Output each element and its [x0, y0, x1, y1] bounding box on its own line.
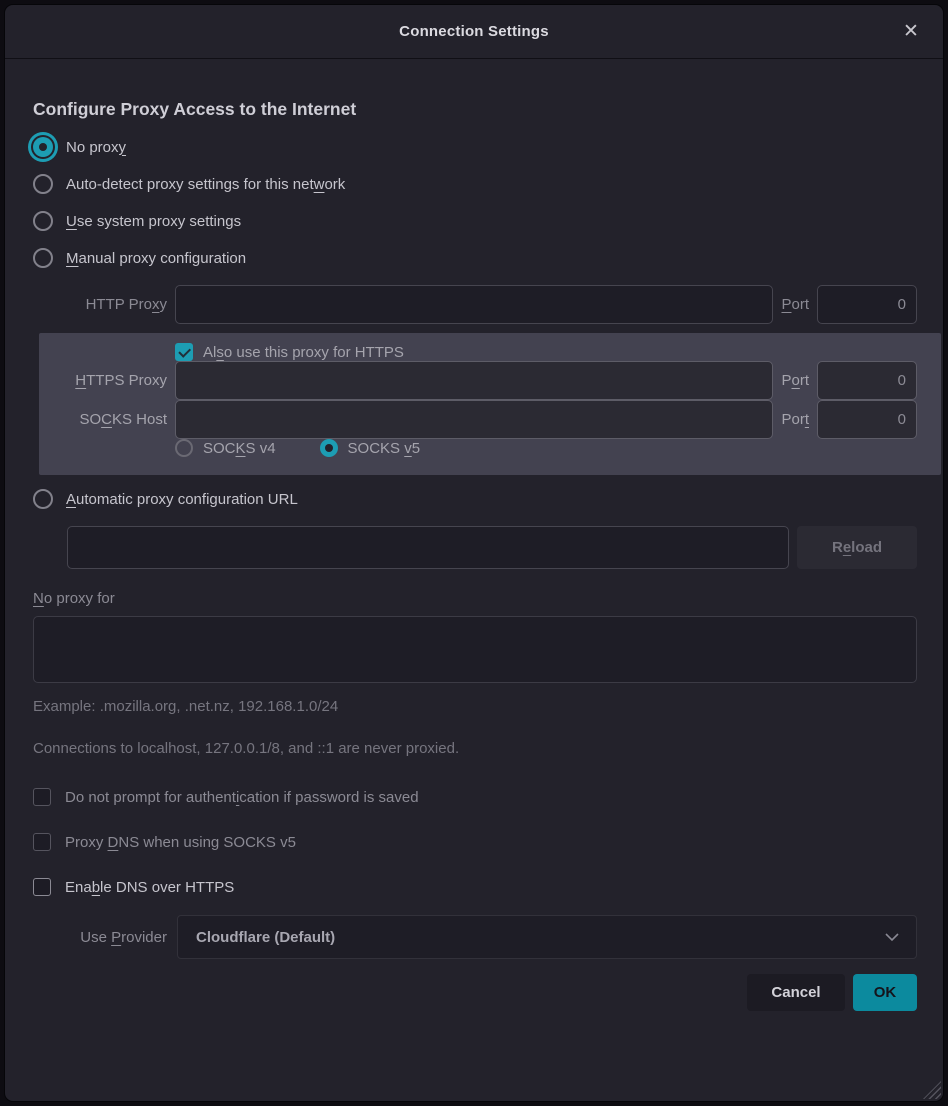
radio-auto-detect[interactable] [33, 174, 53, 194]
no-proxy-for-label: No proxy for [33, 590, 917, 607]
radio-socks-v5-label: SOCKS v5 [348, 440, 421, 457]
checkbox-proxy-dns[interactable] [33, 833, 51, 851]
socks-version-row: SOCKS v4 SOCKS v5 [39, 439, 917, 457]
checkbox-row-no-prompt: Do not prompt for authentication if pass… [33, 788, 917, 806]
provider-row: Use Provider Cloudflare (Default) [33, 915, 917, 959]
radio-socks-v4[interactable] [175, 439, 193, 457]
manual-proxy-highlight-section: Also use this proxy for HTTPS HTTPS Prox… [39, 333, 941, 475]
radio-no-proxy[interactable] [33, 137, 53, 157]
no-proxy-for-textarea[interactable] [33, 616, 917, 683]
chevron-down-icon [884, 932, 900, 942]
http-port-label: Port [781, 296, 809, 313]
titlebar: Connection Settings ✕ [5, 5, 943, 59]
radio-manual-proxy-label: Manual proxy configuration [66, 250, 246, 267]
https-proxy-row: HTTPS Proxy Port [39, 361, 917, 400]
http-proxy-input[interactable] [175, 285, 773, 324]
checkbox-no-prompt-auth-label: Do not prompt for authentication if pass… [65, 789, 419, 806]
provider-select[interactable]: Cloudflare (Default) [177, 915, 917, 959]
https-proxy-label: HTTPS Proxy [39, 372, 167, 389]
checkbox-enable-doh[interactable] [33, 878, 51, 896]
checkbox-enable-doh-label: Enable DNS over HTTPS [65, 879, 234, 896]
https-checkbox-row: Also use this proxy for HTTPS [39, 343, 917, 361]
dialog-title: Connection Settings [399, 23, 549, 40]
checkbox-no-prompt-auth[interactable] [33, 788, 51, 806]
checkbox-row-proxy-dns: Proxy DNS when using SOCKS v5 [33, 833, 917, 851]
ok-button[interactable]: OK [853, 974, 917, 1011]
radio-row-auto-url: Automatic proxy configuration URL [33, 489, 917, 509]
http-proxy-row: HTTP Proxy Port [33, 285, 917, 324]
checkbox-row-doh: Enable DNS over HTTPS [33, 878, 917, 896]
resize-grip[interactable] [923, 1081, 941, 1099]
radio-row-manual-proxy: Manual proxy configuration [33, 248, 917, 268]
no-proxy-note-text: Connections to localhost, 127.0.0.1/8, a… [33, 738, 917, 759]
use-provider-label: Use Provider [33, 929, 167, 946]
radio-auto-url[interactable] [33, 489, 53, 509]
radio-row-auto-detect: Auto-detect proxy settings for this netw… [33, 174, 917, 194]
socks-port-label: Port [781, 411, 809, 428]
radio-manual-proxy[interactable] [33, 248, 53, 268]
radio-system-proxy[interactable] [33, 211, 53, 231]
http-port-input[interactable] [817, 285, 917, 324]
http-proxy-label: HTTP Proxy [33, 296, 167, 313]
https-port-label: Port [781, 372, 809, 389]
radio-socks-v4-label: SOCKS v4 [203, 440, 276, 457]
https-checkbox-wrap: Also use this proxy for HTTPS [175, 343, 917, 361]
socks-host-label: SOCKS Host [39, 411, 167, 428]
radio-socks-v5[interactable] [320, 439, 338, 457]
auto-url-input[interactable] [67, 526, 789, 569]
socks-port-input[interactable] [817, 400, 917, 439]
socks-host-input[interactable] [175, 400, 773, 439]
radio-no-proxy-label: No proxy [66, 139, 126, 156]
checkbox-also-use-https-label: Also use this proxy for HTTPS [203, 344, 404, 361]
reload-button[interactable]: Reload [797, 526, 917, 569]
socks-host-row: SOCKS Host Port [39, 400, 917, 439]
cancel-button[interactable]: Cancel [747, 974, 845, 1011]
https-proxy-input[interactable] [175, 361, 773, 400]
no-proxy-example-text: Example: .mozilla.org, .net.nz, 192.168.… [33, 696, 917, 717]
checkbox-proxy-dns-label: Proxy DNS when using SOCKS v5 [65, 834, 296, 851]
radio-system-proxy-label: Use system proxy settings [66, 213, 241, 230]
https-port-input[interactable] [817, 361, 917, 400]
radio-auto-url-label: Automatic proxy configuration URL [66, 491, 298, 508]
socks-version-group: SOCKS v4 SOCKS v5 [175, 439, 917, 457]
connection-settings-dialog: Connection Settings ✕ Configure Proxy Ac… [4, 4, 944, 1102]
page-title: Configure Proxy Access to the Internet [33, 99, 917, 120]
footer-buttons: Cancel OK [33, 974, 917, 1011]
close-icon[interactable]: ✕ [897, 18, 925, 46]
radio-row-no-proxy: No proxy [33, 137, 917, 157]
dialog-content: Configure Proxy Access to the Internet N… [5, 99, 943, 1011]
radio-auto-detect-label: Auto-detect proxy settings for this netw… [66, 176, 345, 193]
auto-url-row: Reload [67, 526, 917, 569]
checkbox-also-use-https[interactable] [175, 343, 193, 361]
provider-select-value: Cloudflare (Default) [196, 929, 335, 946]
radio-row-system-proxy: Use system proxy settings [33, 211, 917, 231]
